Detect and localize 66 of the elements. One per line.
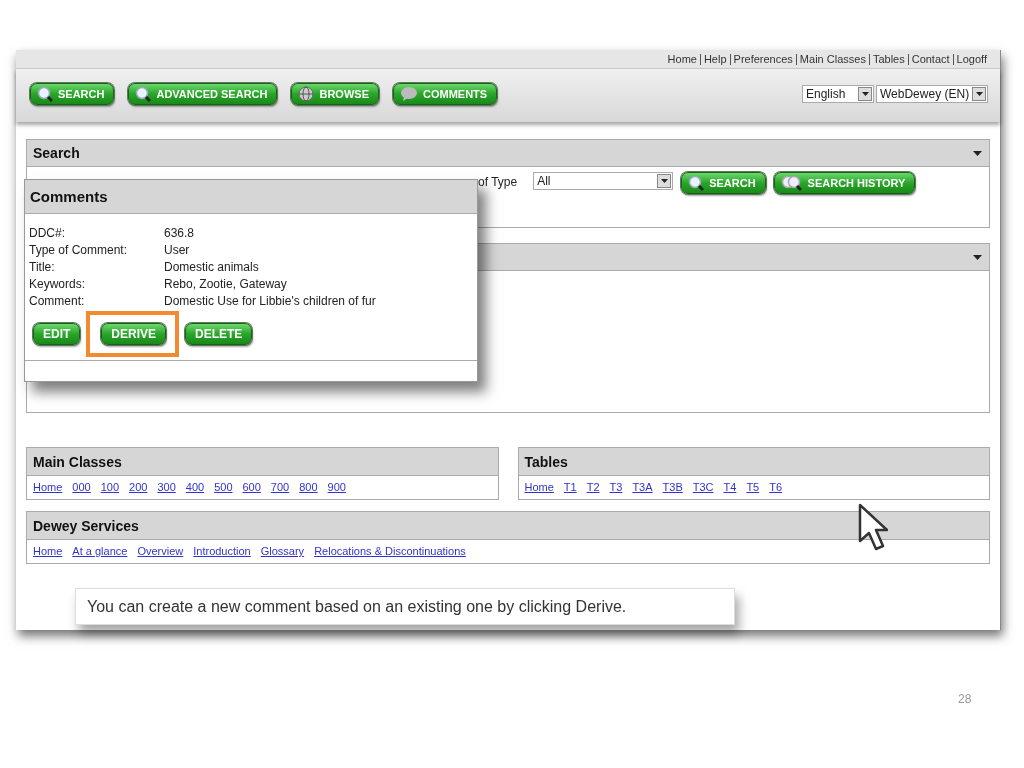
nav-link[interactable]: 300: [157, 481, 176, 493]
magnifier-pair-icon: [780, 175, 803, 191]
callout-text: You can create a new comment based on an existing one by clicking Derive.: [75, 588, 735, 625]
nav-link[interactable]: Introduction: [193, 545, 251, 557]
page-number: 28: [958, 692, 972, 706]
nav-link[interactable]: 600: [242, 481, 261, 493]
speech-bubble-icon: [400, 85, 418, 102]
nav-link[interactable]: Glossary: [260, 545, 305, 557]
nav-link[interactable]: 400: [185, 481, 205, 493]
top-link[interactable]: Tables: [868, 53, 908, 65]
nav-link[interactable]: T3A: [632, 481, 653, 493]
top-link[interactable]: Preferences: [729, 53, 796, 65]
edition-select[interactable]: WebDewey (EN): [876, 84, 988, 103]
field-label: of Type: [478, 175, 518, 189]
top-link[interactable]: Contact: [907, 53, 953, 65]
top-link[interactable]: Home: [664, 53, 700, 65]
nav-link[interactable]: 100: [100, 481, 120, 493]
field-value: User: [164, 243, 191, 257]
nav-link[interactable]: T3B: [662, 481, 683, 493]
nav-link[interactable]: At a glance: [72, 545, 128, 557]
panel-title: Dewey Services: [33, 517, 139, 534]
field-label: Type of Comment:: [29, 243, 129, 257]
language-select[interactable]: English: [802, 84, 874, 103]
field-value: Domestic Use for Libbie's children of fur: [164, 294, 377, 308]
search-icon: [688, 175, 705, 191]
nav-link[interactable]: T5: [746, 481, 760, 493]
field-label: Keywords:: [29, 277, 87, 291]
nav-link[interactable]: Home: [33, 481, 63, 493]
dropdown-arrow-icon: [975, 91, 983, 96]
nav-link[interactable]: 700: [270, 481, 290, 493]
top-link[interactable]: Main Classes: [795, 53, 869, 65]
nav-link[interactable]: 800: [299, 481, 318, 493]
nav-link[interactable]: 200: [129, 481, 148, 493]
nav-link[interactable]: T3: [609, 481, 623, 493]
field-label: Comment:: [29, 294, 86, 308]
nav-link[interactable]: T4: [723, 481, 737, 493]
search-icon: [37, 85, 53, 102]
type-select[interactable]: All: [533, 172, 674, 190]
dropdown-arrow-icon: [660, 179, 668, 183]
search-icon: [135, 85, 152, 102]
nav-link[interactable]: T6: [769, 481, 783, 493]
field-label: Title:: [29, 260, 56, 274]
field-value: Rebo, Zootie, Gateway: [164, 277, 288, 291]
panel-title: Tables: [524, 453, 568, 470]
nav-link[interactable]: Overview: [137, 545, 184, 557]
field-label: DDC#:: [29, 226, 66, 240]
nav-link[interactable]: 500: [214, 481, 233, 493]
globe-icon: [298, 85, 315, 102]
nav-link[interactable]: Home: [33, 545, 63, 557]
field-value: 636.8: [164, 226, 196, 240]
nav-link[interactable]: 000: [72, 481, 91, 493]
popup-title: Comments: [30, 188, 108, 205]
nav-link[interactable]: Relocations & Discontinuations: [314, 545, 466, 557]
top-link[interactable]: Logoff: [952, 53, 990, 65]
nav-link[interactable]: Home: [524, 481, 554, 493]
panel-title: Main Classes: [33, 453, 122, 470]
caret-icon: [973, 150, 982, 156]
caret-icon: [973, 254, 982, 260]
field-value: Domestic animals: [164, 260, 260, 274]
dropdown-arrow-icon: [861, 91, 869, 96]
nav-link[interactable]: 900: [327, 481, 346, 493]
nav-link[interactable]: T2: [586, 481, 600, 493]
top-link[interactable]: Help: [699, 53, 730, 65]
nav-link[interactable]: T3C: [692, 481, 714, 493]
nav-link[interactable]: T1: [563, 481, 577, 493]
panel-title: Search: [33, 145, 80, 161]
